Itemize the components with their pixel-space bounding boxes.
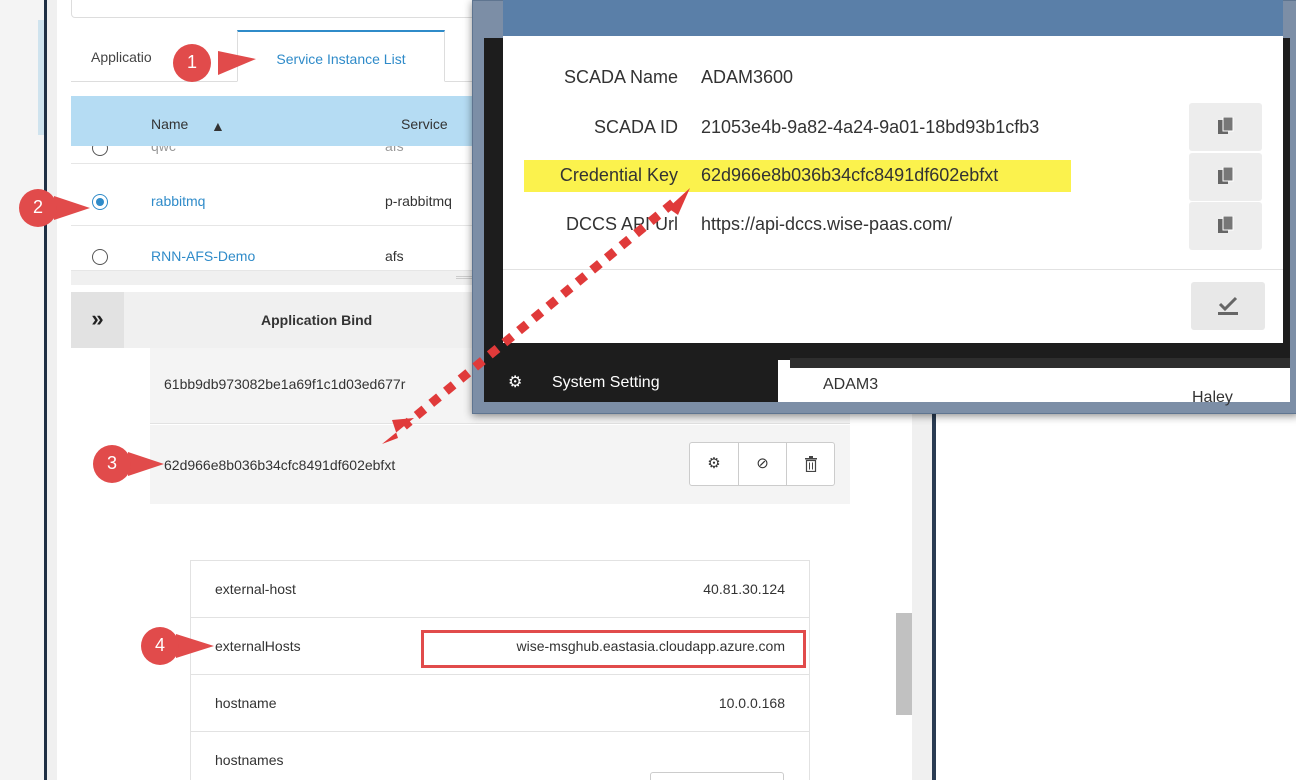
vertical-scrollbar[interactable] <box>896 613 912 715</box>
copy-api-url-button[interactable] <box>1189 202 1262 250</box>
bind-actions: ⚙ ⊘ <box>689 442 835 486</box>
credential-key: externalHosts <box>215 638 301 654</box>
row-radio[interactable] <box>92 146 108 156</box>
callout-badge-1: 1 <box>168 43 256 83</box>
bind-item[interactable]: 62d966e8b036b34cfc8491df602ebfxt ⚙ ⊘ <box>150 425 850 504</box>
resize-splitter[interactable] <box>71 271 491 285</box>
credential-value: 40.81.30.124 <box>703 581 785 597</box>
side-menu: ⚙ System Setting <box>484 360 778 402</box>
table-row[interactable]: rabbitmq p-rabbitmq <box>71 176 491 226</box>
instance-service: afs <box>385 146 404 154</box>
table-row: external-host 40.81.30.124 <box>191 561 809 618</box>
scada-name-label: SCADA Name <box>563 67 678 87</box>
copy-scada-id-button[interactable] <box>1189 103 1262 151</box>
app-left-rail <box>0 0 47 780</box>
gears-icon: ⚙ <box>508 374 523 391</box>
top-card <box>71 0 481 18</box>
table-row[interactable]: RNN-AFS-Demo afs <box>71 233 491 271</box>
tab-service-instance-list[interactable]: Service Instance List <box>237 30 445 82</box>
callout-number: 2 <box>32 197 43 217</box>
callout-badge-3: 3 <box>88 444 164 484</box>
table-row: hostname 10.0.0.168 <box>191 675 809 732</box>
credential-key: hostnames <box>215 752 284 768</box>
highlight-box <box>421 630 806 668</box>
table-header: Name ▲ Service <box>71 96 491 146</box>
trash-icon[interactable] <box>786 443 834 485</box>
instance-name-link[interactable]: rabbitmq <box>151 193 205 209</box>
credential-key-label: Credential Key <box>559 165 678 185</box>
instance-service: afs <box>385 248 404 264</box>
dialog-divider <box>503 269 1283 270</box>
gear-icon[interactable]: ⚙ <box>690 443 738 485</box>
credentials-table: external-host 40.81.30.124 externalHosts… <box>190 560 810 780</box>
credential-key: external-host <box>215 581 296 597</box>
scada-id-label: SCADA ID <box>593 117 678 137</box>
background-panel: ADAM3 Haley <box>778 358 1290 406</box>
callout-number: 4 <box>154 635 165 655</box>
bind-item-key: 62d966e8b036b34cfc8491df602ebfxt <box>164 457 396 473</box>
callout-number: 3 <box>106 453 117 473</box>
copy-icon <box>1217 116 1233 134</box>
callout-badge-2: 2 <box>14 188 90 228</box>
credential-key-value: 62d966e8b036b34cfc8491df602ebfxt <box>701 165 999 185</box>
table-row[interactable]: qwc afs <box>71 146 491 164</box>
dccs-api-url-value: https://api-dccs.wise-paas.com/ <box>701 214 953 234</box>
column-header-name[interactable]: Name <box>151 116 188 132</box>
save-button[interactable] <box>1191 282 1265 330</box>
panel-text: ADAM3 <box>823 376 879 393</box>
double-chevron-down-icon[interactable]: » <box>71 292 124 348</box>
bind-item-key: 61bb9db973082be1a69f1c1d03ed677r <box>164 376 406 392</box>
copy-credential-key-button[interactable] <box>1189 153 1262 201</box>
instance-name-link[interactable]: qwc <box>151 146 176 154</box>
copy-button[interactable] <box>650 772 784 780</box>
copy-icon <box>1217 166 1233 184</box>
scada-name-value: ADAM3600 <box>701 67 794 87</box>
row-radio-selected[interactable] <box>92 194 108 210</box>
copy-icon <box>1217 215 1233 233</box>
scada-credential-dialog: SCADA Name ADAM3600 SCADA ID 21053e4b-9a… <box>503 0 1283 343</box>
credential-value: 10.0.0.168 <box>718 695 785 711</box>
ban-icon[interactable]: ⊘ <box>738 443 786 485</box>
scada-id-value: 21053e4b-9a82-4a24-9a01-18bd93b1cfb3 <box>701 117 1040 137</box>
menu-item-system-setting[interactable]: System Setting <box>552 374 660 392</box>
panel-strip <box>790 358 1290 368</box>
instance-name-link[interactable]: RNN-AFS-Demo <box>151 248 255 264</box>
callout-badge-4: 4 <box>136 626 214 666</box>
instance-service: p-rabbitmq <box>385 193 452 209</box>
row-radio[interactable] <box>92 249 108 265</box>
instance-tabs: Applicatio Service Instance List <box>71 30 481 82</box>
column-header-service[interactable]: Service <box>401 116 448 132</box>
sort-ascending-icon[interactable]: ▲ <box>211 118 225 134</box>
application-bind-title: Application Bind <box>261 312 373 328</box>
check-save-icon <box>1218 296 1238 315</box>
panel-text-2: Haley <box>1192 389 1233 406</box>
dccs-api-url-label: DCCS API Url <box>565 214 678 234</box>
credential-key: hostname <box>215 695 277 711</box>
callout-number: 1 <box>186 52 197 72</box>
dialog-header <box>503 0 1283 36</box>
